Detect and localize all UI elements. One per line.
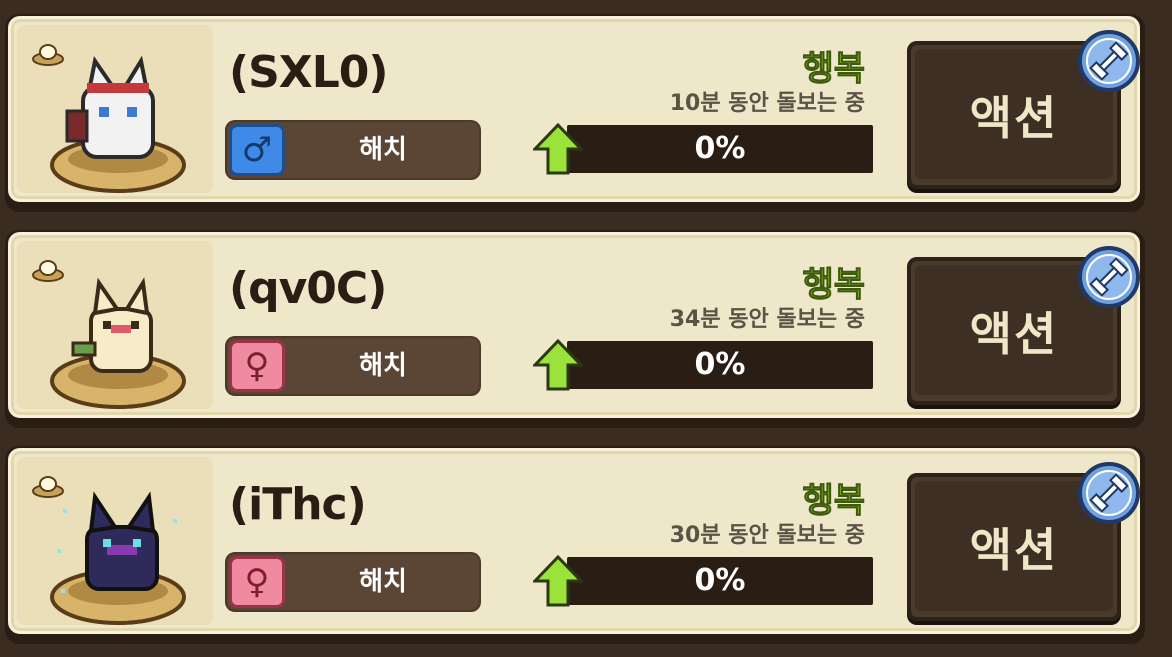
progress-percent: 0% xyxy=(694,347,746,382)
pet-name: (SXL0) xyxy=(229,47,388,98)
status-label: 해치 xyxy=(359,351,407,381)
pet-sprite-cat-icon xyxy=(50,277,186,409)
pet-card: (iThc) ♀ 해치 행복 30분 동안 돌보는 중 0% 액션 xyxy=(5,446,1145,644)
growth-progress: 0% xyxy=(533,123,873,175)
dumbbell-icon[interactable] xyxy=(1077,29,1141,93)
hatch-status: ♀ 해치 xyxy=(227,338,479,394)
pet-card: (qv0C) ♀ 해치 행복 34분 동안 돌보는 중 0% 액션 xyxy=(5,230,1145,428)
pet-card-panel: (SXL0) ♂ 해치 행복 10분 동안 돌보는 중 0% 액션 xyxy=(8,16,1140,202)
pet-portrait[interactable] xyxy=(17,241,213,409)
pet-name: (iThc) xyxy=(229,479,367,530)
pet-name: (qv0C) xyxy=(229,263,387,314)
hatch-status: ♀ 해치 xyxy=(227,554,479,610)
pet-card: (SXL0) ♂ 해치 행복 10분 동안 돌보는 중 0% 액션 xyxy=(5,14,1145,212)
hatch-status: ♂ 해치 xyxy=(227,122,479,178)
dumbbell-icon[interactable] xyxy=(1077,245,1141,309)
up-arrow-icon xyxy=(533,339,583,391)
care-duration: 34분 동안 돌보는 중 xyxy=(669,307,865,332)
female-gender-icon: ♀ xyxy=(229,340,285,392)
mood-label: 행복 xyxy=(802,481,866,522)
pet-portrait[interactable] xyxy=(17,25,213,193)
pet-card-panel: (iThc) ♀ 해치 행복 30분 동안 돌보는 중 0% 액션 xyxy=(8,448,1140,634)
care-duration: 10분 동안 돌보는 중 xyxy=(669,91,865,116)
growth-progress: 0% xyxy=(533,555,873,607)
pet-list: (SXL0) ♂ 해치 행복 10분 동안 돌보는 중 0% 액션 (qv0C)… xyxy=(0,0,1172,657)
progress-percent: 0% xyxy=(694,563,746,598)
pet-card-panel: (qv0C) ♀ 해치 행복 34분 동안 돌보는 중 0% 액션 xyxy=(8,232,1140,418)
pet-portrait[interactable] xyxy=(17,457,213,625)
status-label: 해치 xyxy=(359,567,407,597)
pet-sprite-wolf-icon xyxy=(50,55,186,193)
status-label: 해치 xyxy=(359,135,407,165)
mood-label: 행복 xyxy=(802,49,866,90)
up-arrow-icon xyxy=(533,123,583,175)
mood-label: 행복 xyxy=(802,265,866,306)
up-arrow-icon xyxy=(533,555,583,607)
pet-sprite-dark-cat-icon xyxy=(50,491,186,625)
male-gender-icon: ♂ xyxy=(229,124,285,176)
female-gender-icon: ♀ xyxy=(229,556,285,608)
progress-percent: 0% xyxy=(694,131,746,166)
care-duration: 30분 동안 돌보는 중 xyxy=(669,523,865,548)
dumbbell-icon[interactable] xyxy=(1077,461,1141,525)
growth-progress: 0% xyxy=(533,339,873,391)
